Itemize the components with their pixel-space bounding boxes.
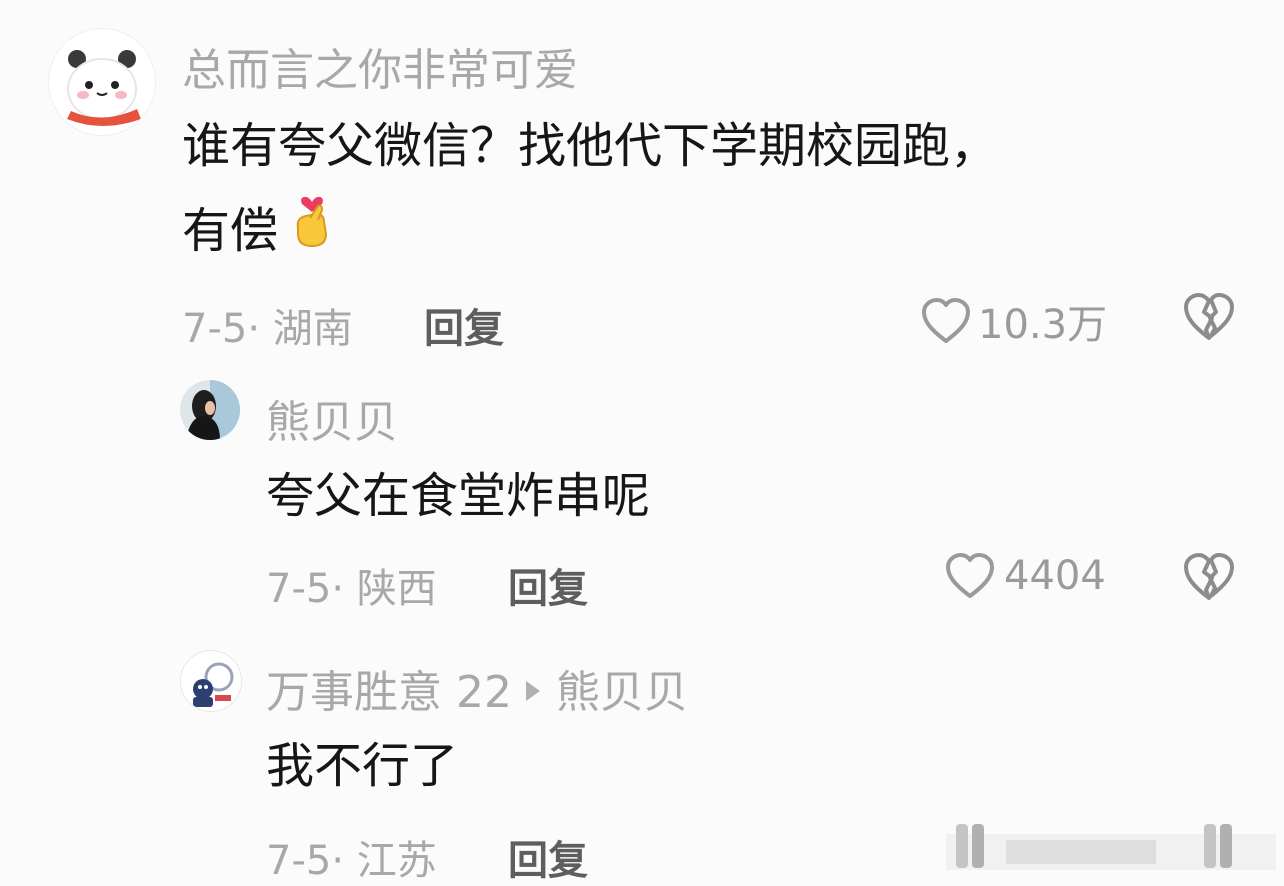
heart-outline-icon	[944, 552, 996, 600]
comment-username-row: 万事胜意 22 熊贝贝	[266, 656, 688, 720]
reply-button[interactable]: 回复	[424, 296, 504, 354]
dislike-button[interactable]	[1182, 292, 1236, 346]
comment-meta: 7-5· 江苏	[266, 838, 437, 884]
watermark-logo	[946, 816, 1276, 880]
comment-date: 7-5	[266, 838, 332, 884]
comment-item: 总而言之你非常可爱 谁有夸父微信？找他代下学期校园跑， 有偿 7-5· 湖南 回…	[0, 0, 1284, 360]
comment-text-end: 有偿	[182, 203, 279, 259]
comment-meta: 7-5· 湖南	[182, 306, 353, 352]
comment-location: 江苏	[356, 838, 437, 884]
comment-text: 谁有夸父微信？找他代下学期校园跑， 有偿	[182, 104, 1262, 274]
avatar[interactable]	[48, 28, 156, 136]
comment-meta: 7-5· 陕西	[266, 566, 437, 612]
photo-avatar-icon	[180, 380, 240, 440]
comment-username[interactable]: 万事胜意 22	[266, 667, 512, 718]
panda-avatar-icon	[49, 29, 155, 135]
comment-location: 湖南	[272, 306, 353, 352]
like-count: 10.3万	[978, 302, 1108, 348]
finger-heart-emoji-icon	[290, 188, 334, 274]
comment-username[interactable]: 熊贝贝	[266, 386, 398, 450]
reply-to-username[interactable]: 熊贝贝	[556, 667, 688, 718]
avatar[interactable]	[180, 380, 240, 440]
reply-button[interactable]: 回复	[508, 556, 588, 614]
like-button[interactable]: 10.3万	[920, 292, 1107, 350]
comment-text: 我不行了	[266, 738, 459, 794]
broken-heart-icon	[1182, 553, 1236, 606]
comment-text: 夸父在食堂炸串呢	[266, 468, 651, 524]
like-count: 4404	[1004, 553, 1106, 599]
comment-username[interactable]: 总而言之你非常可爱	[182, 34, 578, 98]
reply-button[interactable]: 回复	[508, 828, 588, 886]
reply-arrow-icon	[525, 681, 540, 701]
comment-text-line: 谁有夸父微信？找他代下学期校园跑，	[182, 118, 999, 174]
heart-outline-icon	[920, 297, 972, 345]
reply-comment-item: 熊贝贝 夸父在食堂炸串呢 7-5· 陕西 回复 4404	[0, 360, 1284, 630]
like-button[interactable]: 4404	[944, 552, 1106, 600]
comment-date: 7-5	[266, 566, 332, 612]
dislike-button[interactable]	[1182, 552, 1236, 606]
comment-location: 陕西	[356, 566, 437, 612]
comment-text-line-2: 有偿	[182, 188, 1262, 274]
avatar[interactable]	[180, 650, 242, 712]
cartoon-avatar-icon	[181, 651, 241, 711]
comment-date: 7-5	[182, 306, 248, 352]
broken-heart-icon	[1182, 293, 1236, 346]
